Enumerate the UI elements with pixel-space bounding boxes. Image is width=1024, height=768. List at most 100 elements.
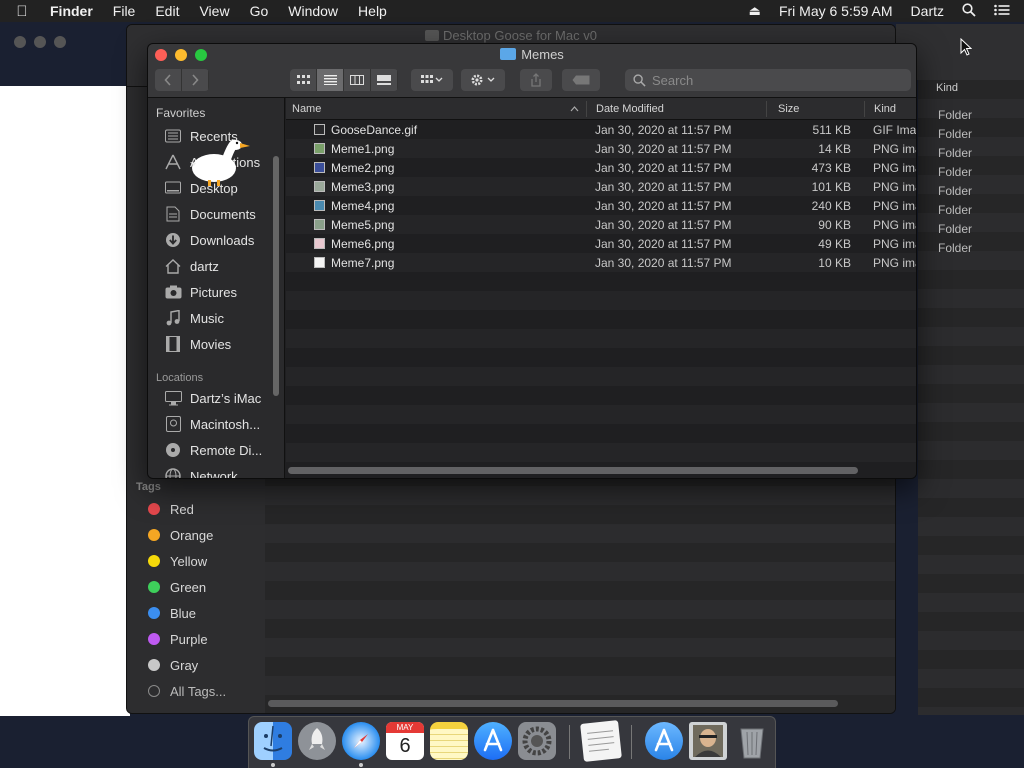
- column-header-name[interactable]: Name: [292, 103, 321, 115]
- gallery-view-icon[interactable]: [371, 69, 398, 91]
- dock-finder-icon[interactable]: [254, 722, 292, 760]
- table-row[interactable]: Meme6.png Jan 30, 2020 at 11:57 PM 49 KB…: [286, 234, 916, 253]
- horizontal-scrollbar[interactable]: [288, 467, 858, 474]
- png-file-icon: [314, 181, 325, 192]
- dock-calendar-icon[interactable]: MAY 6: [386, 722, 424, 760]
- table-row[interactable]: Meme3.png Jan 30, 2020 at 11:57 PM 101 K…: [286, 177, 916, 196]
- icon-view-icon[interactable]: [290, 69, 317, 91]
- table-row[interactable]: Meme4.png Jan 30, 2020 at 11:57 PM 240 K…: [286, 196, 916, 215]
- home-icon: [164, 258, 182, 274]
- list-view-icon[interactable]: [317, 69, 344, 91]
- back-horizontal-scrollbar[interactable]: [268, 700, 838, 707]
- music-icon: [164, 310, 182, 326]
- sidebar-item-macintosh-hd[interactable]: Macintosh...: [164, 411, 260, 437]
- desktop-background-window: [0, 86, 130, 716]
- back-close-button[interactable]: [14, 36, 26, 48]
- column-header-date[interactable]: Date Modified: [596, 103, 664, 115]
- menu-view[interactable]: View: [189, 3, 239, 19]
- table-row[interactable]: GooseDance.gif Jan 30, 2020 at 11:57 PM …: [286, 120, 917, 139]
- tag-all-tags[interactable]: All Tags...: [136, 678, 226, 704]
- dock-system-preferences-icon[interactable]: [518, 722, 556, 760]
- window-title: Memes: [521, 47, 564, 62]
- dock-safari-icon[interactable]: [342, 722, 380, 760]
- eject-icon[interactable]: ⏏: [749, 3, 761, 19]
- table-row[interactable]: Meme5.png Jan 30, 2020 at 11:57 PM 90 KB…: [286, 215, 916, 234]
- dock-applications-folder-icon[interactable]: [645, 722, 683, 760]
- menu-edit[interactable]: Edit: [145, 3, 189, 19]
- column-divider[interactable]: [766, 101, 767, 117]
- sidebar-item-imac[interactable]: Dartz’s iMac: [164, 385, 261, 411]
- tag-yellow[interactable]: Yellow: [136, 548, 207, 574]
- tag-red[interactable]: Red: [136, 496, 194, 522]
- column-header-size[interactable]: Size: [778, 103, 799, 115]
- sidebar-item-documents[interactable]: Documents: [164, 201, 256, 227]
- table-row[interactable]: Meme2.png Jan 30, 2020 at 11:57 PM 473 K…: [286, 158, 916, 177]
- search-field[interactable]: [625, 69, 911, 91]
- sidebar-item-music[interactable]: Music: [164, 305, 224, 331]
- menu-user[interactable]: Dartz: [911, 3, 944, 19]
- file-date: Jan 30, 2020 at 11:57 PM: [595, 256, 732, 270]
- search-input[interactable]: [652, 72, 892, 88]
- tag-purple[interactable]: Purple: [136, 626, 208, 652]
- action-menu-button[interactable]: [461, 69, 505, 91]
- sidebar-scrollbar[interactable]: [273, 156, 279, 396]
- dock-separator: [631, 725, 632, 759]
- menu-go[interactable]: Go: [240, 3, 279, 19]
- dock-trash-icon[interactable]: [733, 722, 771, 760]
- column-view-icon[interactable]: [344, 69, 371, 91]
- desktop-goose-icon[interactable]: [190, 136, 252, 190]
- column-divider[interactable]: [864, 101, 865, 117]
- menu-app-name[interactable]: Finder: [44, 3, 103, 19]
- file-rows: GooseDance.gif Jan 30, 2020 at 11:57 PM …: [286, 120, 916, 478]
- dock-notes-icon[interactable]: [430, 722, 468, 760]
- notification-center-icon[interactable]: [994, 4, 1010, 19]
- spotlight-search-icon[interactable]: [962, 2, 976, 20]
- dock-app-store-icon[interactable]: [474, 722, 512, 760]
- column-divider[interactable]: [586, 101, 587, 117]
- file-date: Jan 30, 2020 at 11:57 PM: [595, 180, 732, 194]
- menu-window[interactable]: Window: [278, 3, 348, 19]
- folder-icon: [500, 48, 517, 60]
- menu-file[interactable]: File: [103, 3, 146, 19]
- dock-launchpad-icon[interactable]: [298, 722, 336, 760]
- back-kind-cell: Folder: [938, 203, 973, 217]
- apple-menu-icon[interactable]: : [0, 3, 44, 20]
- sidebar-item-home[interactable]: dartz: [164, 253, 219, 279]
- sidebar-item-pictures[interactable]: Pictures: [164, 279, 237, 305]
- sidebar-item-movies[interactable]: Movies: [164, 331, 231, 357]
- menu-clock[interactable]: Fri May 6 5:59 AM: [779, 3, 893, 19]
- column-header-kind[interactable]: Kind: [874, 103, 896, 115]
- sidebar-item-downloads[interactable]: Downloads: [164, 227, 254, 253]
- file-size: 10 KB: [818, 256, 851, 270]
- dock-downloads-stack-icon[interactable]: [689, 722, 727, 760]
- share-button[interactable]: [520, 69, 552, 91]
- sidebar-item-remote-disc[interactable]: Remote Di...: [164, 437, 262, 463]
- sidebar-item-network[interactable]: Network: [164, 463, 238, 478]
- running-indicator: [271, 763, 275, 767]
- file-size: 511 KB: [812, 123, 851, 137]
- file-kind: GIF Image: [873, 123, 917, 137]
- tag-green[interactable]: Green: [136, 574, 206, 600]
- back-minimize-button[interactable]: [34, 36, 46, 48]
- gif-file-icon: [314, 124, 325, 135]
- table-row[interactable]: Meme7.png Jan 30, 2020 at 11:57 PM 10 KB…: [286, 253, 916, 272]
- back-kind-column-header[interactable]: Kind: [936, 82, 958, 100]
- tag-color-dot: [148, 607, 160, 619]
- tag-color-dot: [148, 659, 160, 671]
- back-button[interactable]: [155, 69, 182, 91]
- tag-blue[interactable]: Blue: [136, 600, 196, 626]
- file-kind: PNG image: [873, 180, 916, 194]
- group-by-button[interactable]: [411, 69, 453, 91]
- tag-orange[interactable]: Orange: [136, 522, 213, 548]
- table-row[interactable]: Meme1.png Jan 30, 2020 at 11:57 PM 14 KB…: [286, 139, 916, 158]
- back-zoom-button[interactable]: [54, 36, 66, 48]
- dock-textedit-icon[interactable]: [580, 720, 622, 762]
- file-kind: PNG image: [873, 199, 916, 213]
- forward-button[interactable]: [182, 69, 209, 91]
- edit-tags-button[interactable]: [562, 69, 600, 91]
- tag-gray[interactable]: Gray: [136, 652, 198, 678]
- disk-icon: [164, 416, 182, 432]
- file-size: 14 KB: [818, 142, 851, 156]
- menu-help[interactable]: Help: [348, 3, 397, 19]
- back-kind-cell: Folder: [938, 127, 973, 141]
